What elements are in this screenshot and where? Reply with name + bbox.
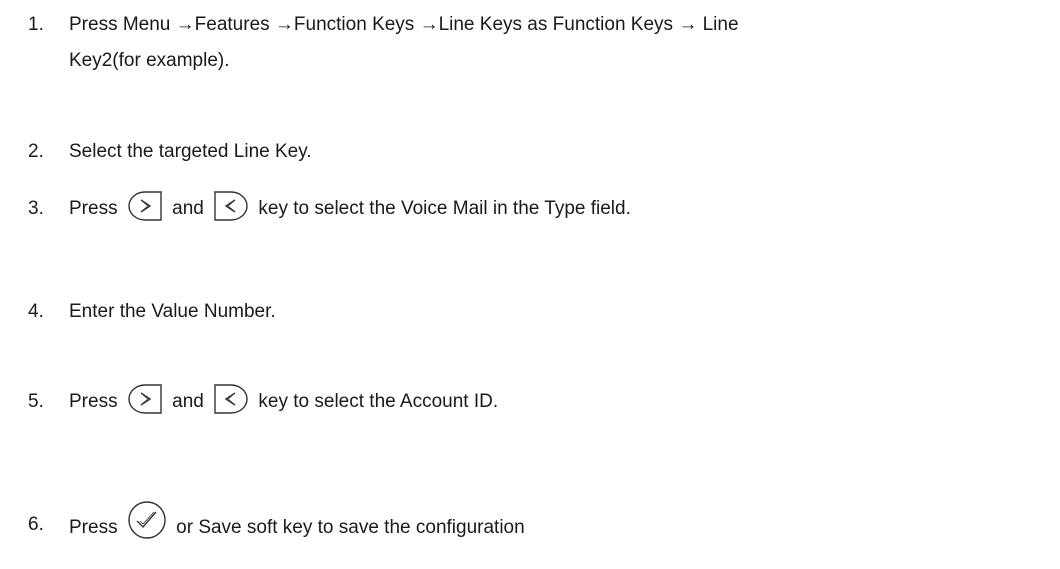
step-number: 2. (28, 141, 44, 162)
left-navigation-key-icon (213, 383, 249, 415)
step-number: 5. (28, 391, 44, 412)
step-text: Press Menu →Features →Function Keys →Lin… (69, 14, 739, 35)
step-text: key to select the Voice Mail in the Type… (258, 198, 631, 219)
left-navigation-key-icon (213, 190, 249, 222)
step-number: 3. (28, 198, 44, 219)
ok-key-icon (127, 500, 167, 540)
step-number: 4. (28, 301, 44, 322)
step-text: Select the targeted Line Key. (69, 141, 312, 162)
step-text: and (172, 198, 204, 219)
step-text: and (172, 391, 204, 412)
step-number: 1. (28, 14, 44, 35)
step-text: Enter the Value Number. (69, 301, 276, 322)
step-text: key to select the Account ID. (258, 391, 499, 412)
step-text: Key2(for example). (69, 50, 230, 71)
step-number: 6. (28, 514, 44, 535)
step-text: or Save soft key to save the configurati… (176, 517, 525, 539)
right-navigation-key-icon (127, 190, 163, 222)
right-navigation-key-icon (127, 383, 163, 415)
step-text: Press (69, 517, 118, 539)
step-text: Press (69, 198, 118, 219)
step-text: Press (69, 391, 118, 412)
